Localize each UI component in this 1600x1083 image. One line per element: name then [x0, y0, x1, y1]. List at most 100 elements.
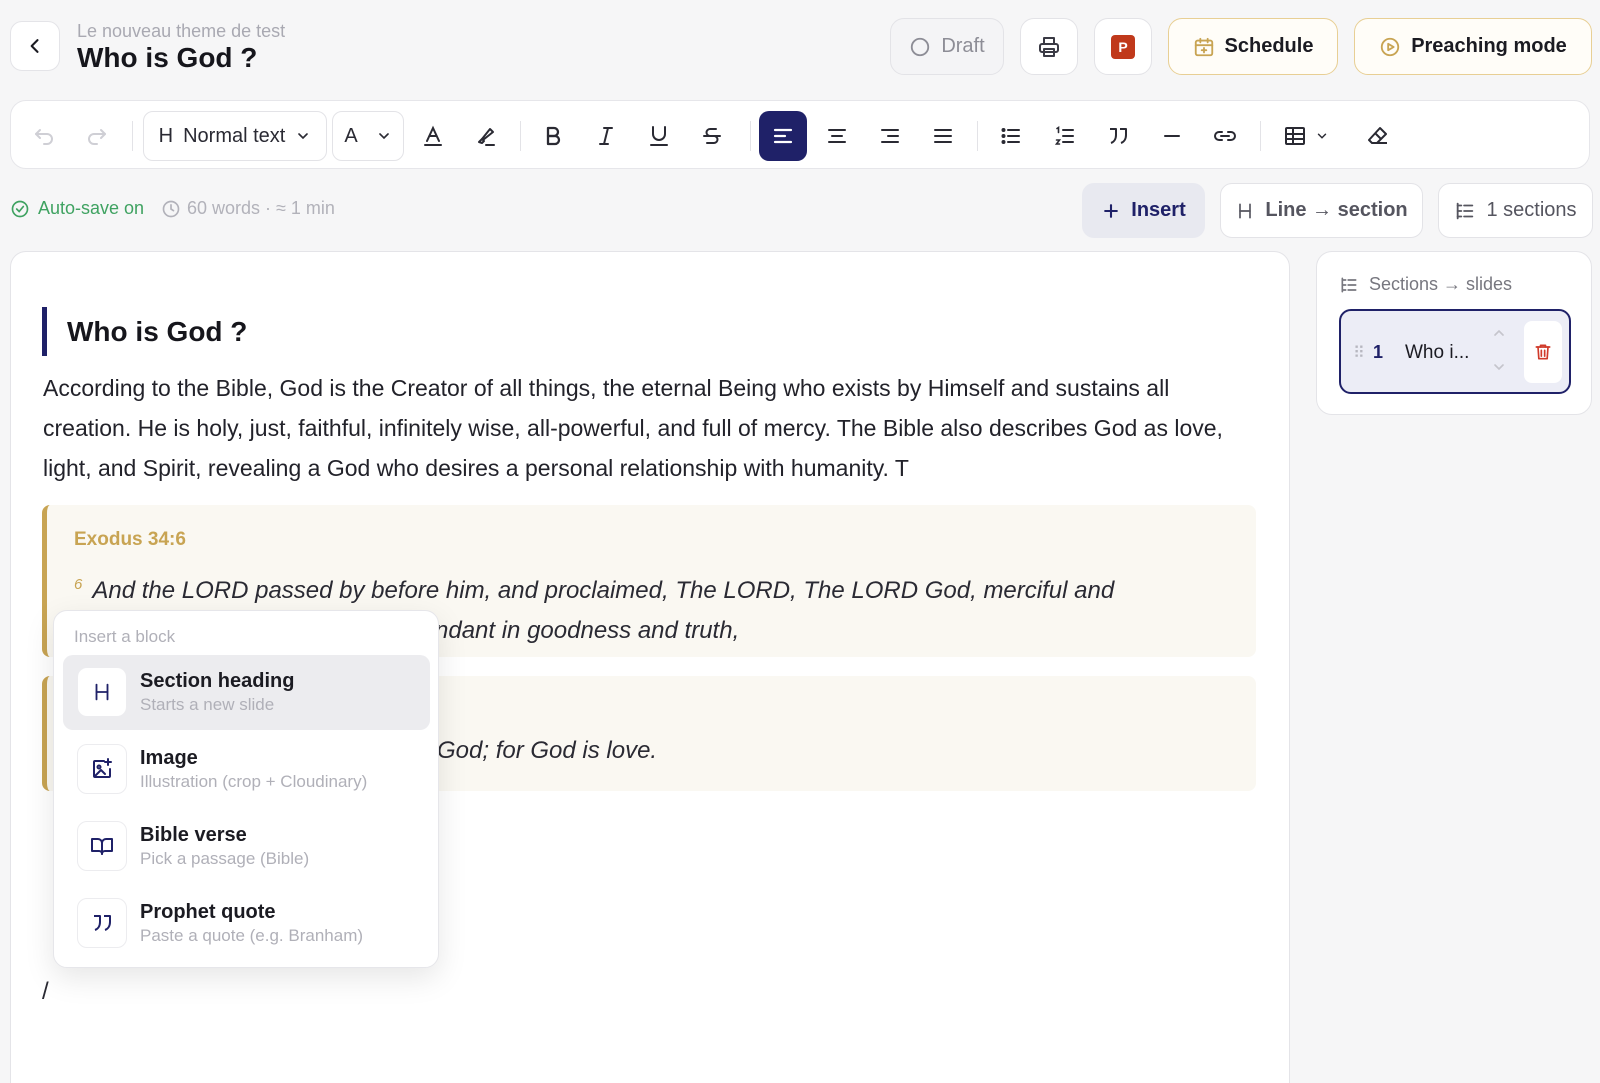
chevron-down-icon[interactable] [1491, 359, 1507, 375]
align-justify-icon [931, 124, 955, 148]
image-add-icon [77, 744, 127, 794]
italic-icon [594, 124, 618, 148]
align-right-button[interactable] [866, 111, 914, 161]
font-select[interactable]: A [332, 111, 404, 161]
blockquote-button[interactable] [1094, 111, 1142, 161]
section-heading[interactable]: Who is God ? [42, 307, 247, 356]
menu-item-label: Image [140, 747, 198, 769]
breadcrumb[interactable]: Le nouveau theme de test [77, 21, 285, 42]
body-paragraph[interactable]: According to the Bible, God is the Creat… [43, 368, 1263, 488]
line-to-section-label: Line → section [1265, 199, 1408, 221]
align-justify-button[interactable] [919, 111, 967, 161]
text-color-button[interactable] [409, 111, 457, 161]
clock-icon [161, 199, 181, 219]
line-to-section-button[interactable]: Line → section [1220, 183, 1423, 238]
bullet-list-button[interactable] [987, 111, 1035, 161]
plus-icon [1101, 201, 1121, 221]
schedule-button[interactable]: Schedule [1168, 18, 1338, 75]
heading-prefix-icon: H [158, 124, 174, 147]
text-style-value: Normal text [183, 124, 286, 147]
undo-button[interactable] [20, 111, 68, 161]
strikethrough-icon [700, 124, 724, 148]
menu-item-description: Pick a passage (Bible) [140, 849, 310, 868]
quote-icon [1106, 124, 1130, 148]
bold-button[interactable] [529, 111, 577, 161]
minus-icon [1160, 124, 1184, 148]
table-icon [1283, 124, 1307, 148]
insert-label: Insert [1131, 199, 1186, 221]
link-icon [1212, 124, 1238, 148]
horizontal-rule-button[interactable] [1148, 111, 1196, 161]
menu-item-section-heading[interactable]: Section heading Starts a new slide [63, 655, 430, 730]
undo-icon [32, 124, 56, 148]
numbered-list-icon [1053, 124, 1077, 148]
verse-text: God; for God is love. [437, 737, 658, 764]
sections-panel-label: Sections → slides [1369, 274, 1513, 294]
section-card[interactable]: ⠿ 1 Who i... [1339, 309, 1571, 394]
slash-command-input[interactable]: / [42, 978, 49, 1006]
quote-icon [77, 898, 127, 948]
sections-count-label: 1 sections [1486, 199, 1577, 221]
book-icon [77, 821, 127, 871]
strikethrough-button[interactable] [688, 111, 736, 161]
back-button[interactable] [10, 21, 60, 71]
draft-label: Draft [941, 35, 985, 57]
clear-formatting-button[interactable] [1354, 111, 1402, 161]
sections-toggle-button[interactable]: 1 sections [1438, 183, 1593, 238]
heading-icon [1235, 201, 1255, 221]
chevron-up-icon[interactable] [1491, 325, 1507, 341]
align-center-icon [825, 124, 849, 148]
numbered-list-button[interactable] [1041, 111, 1089, 161]
powerpoint-export-button[interactable]: P [1094, 18, 1152, 75]
chevron-down-icon [376, 128, 392, 144]
toolbar-divider [520, 121, 521, 151]
sections-panel-title: Sections → slides [1339, 274, 1512, 295]
highlight-button[interactable] [461, 111, 509, 161]
preaching-mode-label: Preaching mode [1411, 35, 1567, 57]
word-count-label: 60 words · ≈ 1 min [187, 198, 335, 218]
calendar-icon [1193, 36, 1215, 58]
printer-icon [1037, 35, 1061, 59]
delete-section-button[interactable] [1524, 321, 1562, 383]
formatting-toolbar: H Normal text A [10, 100, 1590, 169]
redo-button[interactable] [73, 111, 121, 161]
insert-button[interactable]: Insert [1082, 183, 1205, 238]
verse-number: 6 [74, 576, 83, 593]
align-left-icon [771, 124, 795, 148]
underline-button[interactable] [635, 111, 683, 161]
bullet-list-icon [999, 124, 1023, 148]
drag-handle-icon[interactable]: ⠿ [1353, 343, 1365, 363]
menu-item-image[interactable]: Image Illustration (crop + Cloudinary) [63, 732, 430, 807]
verse-text-line-1: And the LORD passed by before him, and p… [92, 577, 1115, 604]
insert-block-menu: Insert a block Section heading Starts a … [53, 610, 439, 968]
eraser-icon [1366, 124, 1390, 148]
draft-button[interactable]: Draft [890, 18, 1004, 75]
menu-item-label: Bible verse [140, 824, 247, 846]
autosave-label: Auto-save on [38, 198, 145, 218]
menu-item-prophet-quote[interactable]: Prophet quote Paste a quote (e.g. Branha… [63, 886, 430, 961]
powerpoint-icon: P [1111, 34, 1135, 59]
menu-item-bible-verse[interactable]: Bible verse Pick a passage (Bible) [63, 809, 430, 884]
align-left-button[interactable] [759, 111, 807, 161]
menu-item-label: Section heading [140, 670, 295, 692]
insert-menu-title: Insert a block [74, 627, 176, 646]
check-circle-icon [10, 199, 30, 219]
menu-item-label: Prophet quote [140, 901, 276, 923]
font-select-value: A [344, 124, 358, 147]
redo-icon [85, 124, 109, 148]
italic-button[interactable] [582, 111, 630, 161]
text-style-select[interactable]: H Normal text [143, 111, 327, 161]
section-name: Who i... [1405, 342, 1470, 363]
table-button[interactable] [1271, 111, 1341, 161]
toolbar-divider [132, 121, 133, 151]
page-title: Who is God ? [77, 42, 258, 73]
toolbar-divider [750, 121, 751, 151]
align-center-button[interactable] [813, 111, 861, 161]
preaching-mode-button[interactable]: Preaching mode [1354, 18, 1592, 75]
link-button[interactable] [1201, 111, 1249, 161]
list-tree-icon [1339, 275, 1359, 295]
trash-icon [1533, 342, 1553, 362]
heading-icon [77, 667, 127, 717]
print-button[interactable] [1020, 18, 1078, 75]
chevron-down-icon [1315, 129, 1329, 143]
